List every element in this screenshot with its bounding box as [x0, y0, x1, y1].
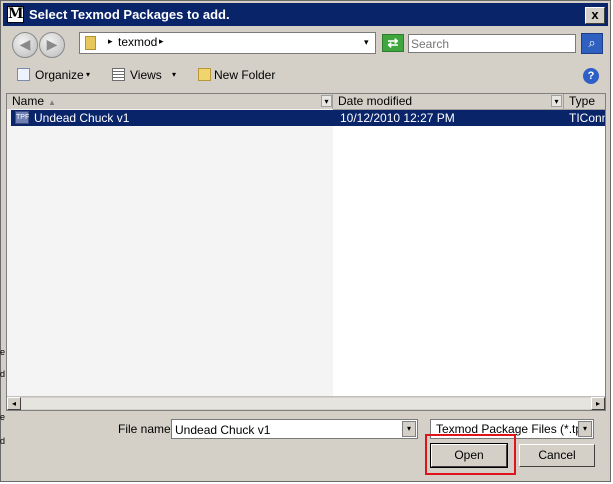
name-filter-dropdown-icon[interactable]: ▾	[321, 95, 332, 107]
date-filter-dropdown-icon[interactable]: ▾	[551, 95, 562, 107]
file-date-cell[interactable]: 10/12/2010 12:27 PM	[340, 111, 455, 125]
search-icon[interactable]: ⌕	[581, 33, 603, 54]
file-name-cell[interactable]: Undead Chuck v1	[34, 111, 129, 125]
file-name-combobox[interactable]: ▾	[171, 419, 418, 439]
column-header-type[interactable]: Type	[564, 94, 605, 109]
column-header-date-modified[interactable]: Date modified	[333, 94, 564, 109]
organize-button[interactable]: Organize	[35, 68, 84, 82]
breadcrumb-separator-icon[interactable]: ▸	[159, 36, 164, 47]
file-name-dropdown-icon[interactable]: ▾	[402, 421, 416, 437]
file-name-label: File name:	[118, 422, 175, 436]
views-dropdown-icon[interactable]: ▾	[172, 70, 176, 79]
refresh-button[interactable]: ⇄	[382, 34, 404, 52]
horizontal-scrollbar[interactable]: ◂ ▸	[7, 396, 605, 410]
dialog-title: Select Texmod Packages to add.	[29, 7, 230, 22]
organize-icon[interactable]	[17, 68, 30, 81]
column-header-row: Name ▲ ▾ Date modified ▾ Type	[7, 94, 605, 110]
breadcrumb-texmod[interactable]: texmod	[118, 35, 157, 49]
red-highlight-box	[425, 434, 516, 475]
column-header-name-label: Name	[12, 94, 45, 108]
open-file-dialog: M Select Texmod Packages to add. x ◀ ▶ ▸…	[0, 0, 611, 482]
background-text-fragment: e	[0, 347, 6, 357]
background-text-fragment: d	[0, 436, 6, 446]
file-type-dropdown-icon[interactable]: ▾	[578, 421, 592, 437]
help-icon[interactable]: ?	[583, 68, 599, 84]
file-type-cell[interactable]: TIConne	[569, 111, 605, 125]
file-list[interactable]: Name ▲ ▾ Date modified ▾ Type TPF Undead…	[6, 93, 606, 411]
address-dropdown-icon[interactable]: ▾	[364, 37, 369, 48]
cancel-button[interactable]: Cancel	[519, 444, 595, 467]
views-icon[interactable]	[112, 68, 125, 81]
tpf-file-icon[interactable]: TPF	[15, 111, 29, 124]
breadcrumb-separator-icon[interactable]: ▸	[108, 36, 113, 47]
search-input[interactable]	[411, 36, 571, 51]
scroll-left-icon[interactable]: ◂	[7, 397, 21, 410]
forward-button[interactable]: ▶	[39, 32, 65, 58]
organize-dropdown-icon[interactable]: ▾	[86, 70, 90, 79]
address-bar[interactable]: ▸ texmod ▸ ▾	[79, 32, 376, 54]
new-folder-button[interactable]: New Folder	[214, 68, 275, 82]
scroll-right-icon[interactable]: ▸	[591, 397, 605, 410]
column-header-name[interactable]: Name ▲	[7, 94, 333, 109]
file-name-field[interactable]	[175, 422, 395, 437]
views-button[interactable]: Views	[130, 68, 162, 82]
search-box[interactable]	[408, 34, 576, 53]
texmod-app-icon: M	[7, 6, 24, 23]
new-folder-icon[interactable]	[198, 68, 211, 81]
sort-ascending-icon: ▲	[48, 98, 56, 107]
back-button[interactable]: ◀	[12, 32, 38, 58]
name-column-background	[7, 109, 333, 396]
folder-icon	[85, 36, 96, 50]
toolbar: Organize ▾ Views ▾ New Folder	[4, 61, 608, 88]
scrollbar-thumb[interactable]	[21, 398, 591, 409]
background-text-fragment: e	[0, 412, 6, 422]
title-bar[interactable]: M Select Texmod Packages to add. x	[3, 3, 608, 26]
background-text-fragment: d	[0, 369, 6, 379]
close-button[interactable]: x	[585, 7, 605, 24]
